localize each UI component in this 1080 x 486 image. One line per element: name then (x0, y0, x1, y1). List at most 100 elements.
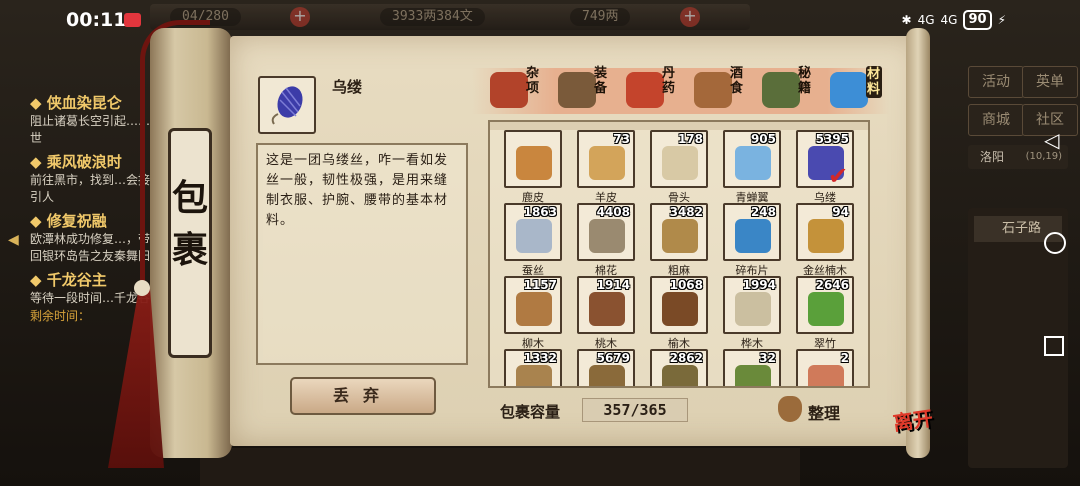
item-count: 32 (759, 351, 776, 365)
category-tab-4[interactable]: 秘籍 (752, 66, 822, 114)
category-tab-1[interactable]: 装备 (548, 66, 618, 114)
tab-inventory-label: 包裹 (171, 177, 208, 271)
battery-icon: 90 (963, 10, 992, 30)
category-tab-3[interactable]: 酒食 (684, 66, 754, 114)
item-slot[interactable]: 2 (796, 349, 854, 386)
quest-title[interactable]: ◆ 乘风破浪时 (30, 151, 150, 172)
grid-top-edge (490, 122, 868, 130)
item-slot[interactable]: 1157 (504, 276, 562, 334)
item-description: 这是一团乌缕丝，咋一看如发丝一般，韧性极强，是用来缝制衣服、护腕、腰带的基本材料… (266, 153, 449, 228)
item-count: 1157 (523, 278, 557, 292)
item-count: 1994 (742, 278, 776, 292)
activity-button[interactable]: 活动 (968, 66, 1024, 98)
item-slot[interactable]: 3482 (650, 203, 708, 261)
peach-wood-icon (589, 292, 625, 326)
item-slot[interactable]: 1332 (504, 349, 562, 386)
pills-icon (626, 72, 664, 108)
status-time: 00:11 (66, 9, 127, 31)
item-slot[interactable]: 94 (796, 203, 854, 261)
item-count: 3482 (669, 205, 703, 219)
sort-bag-icon[interactable] (778, 396, 802, 422)
item-slot[interactable]: 32 (723, 349, 781, 386)
bottom-toolbar (200, 448, 800, 486)
capacity-value: 357/365 (582, 398, 688, 422)
category-tab-label: 酒食 (730, 66, 744, 96)
elm-wood-icon (662, 292, 698, 326)
quest-time-label: 剩余时间： (30, 309, 91, 323)
recents-nav-icon[interactable] (1044, 336, 1064, 356)
item-count: 1332 (523, 351, 557, 365)
selected-check-icon: ✔ (828, 162, 849, 190)
item-slot[interactable]: 905 (723, 130, 781, 188)
item-slot[interactable]: 1914 (577, 276, 635, 334)
item-count: 94 (832, 205, 849, 219)
item-slot[interactable] (504, 130, 562, 188)
tassel-bead (134, 280, 150, 296)
item-grid: 鹿皮 73 羊皮 178 骨头 905 青蝉翼 5395 乌缕 1863 蚕丝 4408 棉花 3482 粗… (488, 120, 870, 388)
item-count: 248 (750, 205, 776, 219)
collapse-arrow-icon[interactable]: ◀ (8, 232, 19, 248)
log-icon (516, 365, 552, 386)
category-tab-label: 材料 (866, 66, 882, 98)
item-count: 2862 (669, 351, 703, 365)
status-indicators: ✱ 4G 4G 90 ⚡ (902, 10, 1006, 30)
item-slot[interactable]: 1068 (650, 276, 708, 334)
category-tab-5[interactable]: 材料 (820, 66, 890, 114)
item-slot[interactable]: 178 (650, 130, 708, 188)
quest-desc: 阻止诸葛长空引起……世 (30, 114, 151, 145)
selected-item-name: 乌缕 (332, 78, 363, 96)
hemp-icon (662, 219, 698, 253)
quest-title[interactable]: ◆ 千龙谷主 (30, 269, 150, 290)
creature-icon (808, 365, 844, 386)
home-nav-icon[interactable] (1044, 232, 1066, 254)
black-thread-icon (271, 86, 303, 125)
food-icon (694, 72, 732, 108)
category-tab-label: 杂项 (526, 66, 540, 96)
pot-icon (490, 72, 528, 108)
quest-title[interactable]: ◆ 修复祝融 (30, 210, 150, 231)
item-slot[interactable]: 1863 (504, 203, 562, 261)
branch-icon (662, 365, 698, 386)
add-gold-button[interactable]: + (680, 7, 700, 27)
item-description-box: 这是一团乌缕丝，咋一看如发丝一般，韧性极强，是用来缝制衣服、护腕、腰带的基本材料… (256, 143, 468, 365)
location-name: 洛阳 (980, 150, 1005, 164)
item-count: 1863 (523, 205, 557, 219)
menu-button[interactable]: 英单 (1022, 66, 1078, 98)
item-count: 1068 (669, 278, 703, 292)
books-icon (762, 72, 800, 108)
back-nav-icon[interactable]: ◁ (1044, 128, 1059, 152)
sheep-hide-icon (589, 146, 625, 180)
scroll-roller-right (906, 28, 930, 458)
bamboo-icon (808, 292, 844, 326)
quest-desc: 前往黑市，找到…会接引人 (30, 173, 151, 204)
cotton-icon (589, 219, 625, 253)
item-slot[interactable]: 2646 (796, 276, 854, 334)
quest-title[interactable]: ◆ 侠血染昆仑 (30, 92, 150, 113)
shop-button[interactable]: 商城 (968, 104, 1024, 136)
item-count: 905 (750, 132, 776, 146)
item-slot[interactable]: 5679 (577, 349, 635, 386)
willow-wood-icon (516, 292, 552, 326)
tab-inventory[interactable]: 包裹 (168, 128, 212, 358)
deer-hide-icon (516, 146, 552, 180)
silk-icon (516, 219, 552, 253)
bamboo-icon (735, 365, 771, 386)
quest-list: ◆ 侠血染昆仑 阻止诸葛长空引起……世 ◆ 乘风破浪时 前往黑市，找到…会接引人… (30, 88, 150, 324)
item-slot[interactable]: 1994 (723, 276, 781, 334)
capacity-label: 包裹容量 (500, 403, 561, 421)
discard-button[interactable]: 丢弃 (290, 377, 436, 415)
item-slot[interactable]: 73 (577, 130, 635, 188)
signal-icon: 4G (917, 13, 935, 27)
add-bag-button[interactable]: + (290, 7, 310, 27)
item-slot[interactable]: 4408 (577, 203, 635, 261)
leave-button[interactable]: 离开 (891, 401, 945, 455)
category-tab-2[interactable]: 丹药 (616, 66, 686, 114)
item-slot[interactable]: 248 (723, 203, 781, 261)
cicada-wing-icon (735, 146, 771, 180)
item-slot[interactable]: 2862 (650, 349, 708, 386)
selected-item-icon (258, 76, 316, 134)
item-count: 5679 (596, 351, 630, 365)
sort-button[interactable]: 整理 (808, 400, 840, 424)
category-tab-0[interactable]: 杂项 (480, 66, 550, 114)
category-tab-label: 丹药 (662, 66, 676, 96)
